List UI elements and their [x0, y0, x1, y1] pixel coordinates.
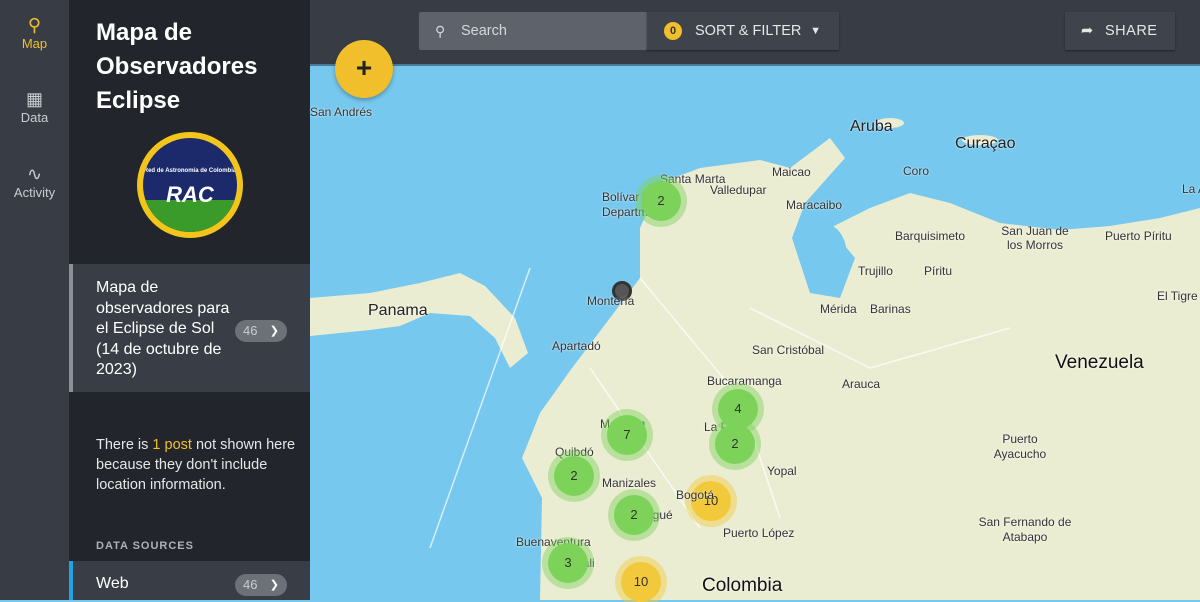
nav-data-label: Data [20, 110, 49, 125]
share-label: SHARE [1105, 23, 1158, 39]
map-label: Píritu [924, 264, 953, 278]
logo-name: RAC [166, 182, 214, 207]
nav-map[interactable]: ⚲ Map [0, 14, 69, 51]
map-label: Mérida [820, 302, 857, 316]
map-label: San Andrés [310, 105, 373, 119]
map-cluster[interactable]: 2 [715, 424, 755, 464]
search-placeholder: Search [461, 23, 507, 39]
map-label: Barquisimeto [895, 229, 966, 243]
filter-funnel-icon: ▼ [810, 25, 821, 37]
map-label: San Cristóbal [752, 343, 825, 357]
map-cluster[interactable]: 3 [548, 543, 588, 583]
collection-title: Mapa de observadores para el Eclipse de … [96, 279, 230, 378]
map-label: Manizales [602, 476, 657, 490]
deployment-title: Mapa de Observadores Eclipse [96, 19, 258, 114]
map-label: El Tigre [1157, 289, 1198, 303]
map-label: Bucaramanga [707, 374, 782, 388]
map-label-bogota: Bogotá [676, 488, 715, 502]
data-source-count: 46 [243, 577, 258, 592]
filter-count-badge: 0 [664, 22, 682, 40]
map-label: Coro [903, 164, 930, 178]
top-toolbar: ⚲ Search 0 SORT & FILTER ▼ ➦ SHARE [310, 0, 1200, 66]
nav-activity-label: Activity [13, 185, 56, 200]
sort-filter-button[interactable]: 0 SORT & FILTER ▼ [647, 12, 839, 50]
map-label: Aruba [850, 118, 893, 135]
chevron-down-icon: ❯ [269, 325, 279, 337]
map-cluster[interactable]: 2 [554, 456, 594, 496]
map-label: San Juan de los Morros [1001, 224, 1069, 252]
side-panel: Mapa de Observadores Eclipse Red de Astr… [69, 0, 310, 600]
map-label: Trujillo [858, 264, 893, 278]
search-input[interactable]: ⚲ Search [419, 12, 647, 50]
map-label: Arauca [842, 377, 881, 391]
collection-count-toggle[interactable]: 46 ❯ [235, 320, 287, 342]
map-cluster[interactable]: 7 [607, 415, 647, 455]
map-label: Yopal [767, 464, 797, 478]
logo-subtitle: Red de Astronomía de Colombia [143, 168, 237, 174]
collection-count: 46 [243, 323, 258, 338]
unmapped-posts-link[interactable]: 1 post [152, 437, 192, 453]
nav-data[interactable]: ▦ Data [0, 88, 69, 125]
search-icon: ⚲ [435, 23, 446, 39]
map-label: Valledupar [710, 183, 767, 197]
map-label: Montería [587, 294, 635, 308]
nav-map-label: Map [21, 36, 48, 51]
map-label: Puerto Ayacucho [993, 432, 1047, 461]
add-post-button[interactable]: + [335, 40, 393, 98]
map-label: Maracaibo [786, 198, 843, 212]
map-label: La Asu [1182, 182, 1200, 196]
sort-filter-label: SORT & FILTER [695, 23, 802, 39]
map-label: Colombia [702, 575, 783, 596]
collection-item[interactable]: Mapa de observadores para el Eclipse de … [69, 264, 310, 392]
map-label: Panama [368, 302, 428, 319]
map-label: Maicao [772, 165, 811, 179]
map-cluster[interactable]: 2 [641, 181, 681, 221]
map-label: Curaçao [955, 135, 1016, 152]
map-cluster[interactable]: 10 [621, 562, 661, 602]
share-button[interactable]: ➦ SHARE [1065, 12, 1175, 50]
nav-rail: ⚲ Map ▦ Data ∿ Activity [0, 0, 69, 600]
nav-activity[interactable]: ∿ Activity [0, 163, 69, 200]
data-source-count-toggle[interactable]: 46 ❯ [235, 574, 287, 596]
map-label: Puerto Píritu [1105, 229, 1172, 243]
map-cluster[interactable]: 4 [718, 389, 758, 429]
map[interactable]: San Andrés Aruba Curaçao Santa Marta Mai… [310, 68, 1200, 602]
map-label: Puerto López [723, 526, 795, 540]
data-list-icon: ▦ [25, 89, 43, 109]
map-label: Venezuela [1055, 352, 1144, 373]
map-pin-icon: ⚲ [27, 15, 42, 35]
data-source-label: Web [96, 575, 129, 592]
map-label: San Fernando de Atabapo [978, 515, 1072, 544]
data-source-web[interactable]: Web 46 ❯ [69, 561, 310, 600]
data-sources-heading: DATA SOURCES [96, 540, 194, 552]
activity-pulse-icon: ∿ [26, 164, 43, 184]
map-cluster[interactable]: 2 [614, 495, 654, 535]
rac-logo: Red de Astronomía de Colombia RAC [137, 132, 243, 238]
map-label: Barinas [870, 302, 911, 316]
chevron-down-icon: ❯ [269, 579, 279, 591]
notice-prefix: There is [96, 437, 153, 453]
share-arrow-icon: ➦ [1081, 23, 1094, 39]
map-label: Apartadó [552, 339, 601, 353]
unmapped-notice: There is 1 post not shown here because t… [96, 435, 296, 495]
